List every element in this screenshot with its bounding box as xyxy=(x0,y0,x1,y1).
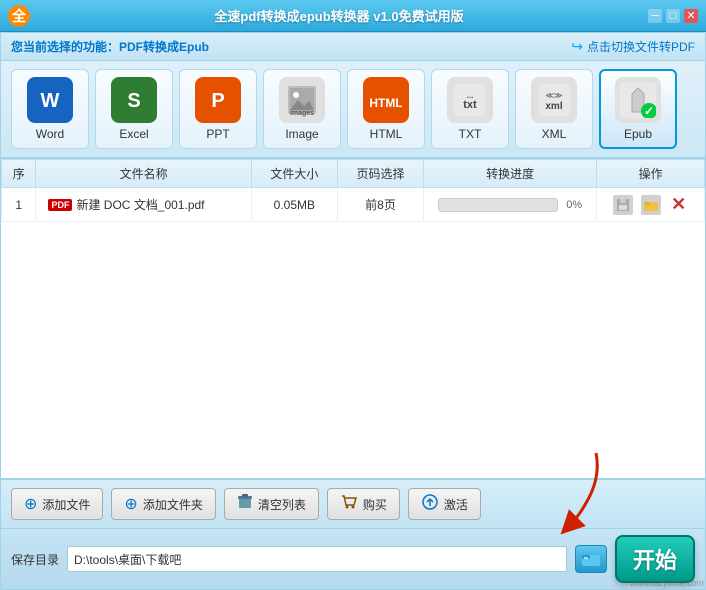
current-function-label: 您当前选择的功能：PDF转换成Epub xyxy=(11,38,209,55)
col-header-filename: 文件名称 xyxy=(36,160,251,188)
svg-text:P: P xyxy=(211,90,224,112)
excel-label: Excel xyxy=(119,127,148,141)
switch-mode-button[interactable]: ↪ 点击切换文件转PDF xyxy=(571,38,695,55)
app-logo: 全 xyxy=(8,5,30,27)
add-file-icon: ⊕ xyxy=(24,494,37,514)
maximize-button[interactable]: □ xyxy=(666,9,680,23)
ppt-icon: P xyxy=(195,77,241,123)
row-size: 0.05MB xyxy=(251,188,337,222)
word-label: Word xyxy=(36,127,64,141)
ppt-label: PPT xyxy=(206,127,229,141)
svg-text:xml: xml xyxy=(545,101,562,112)
svg-text:✓: ✓ xyxy=(644,104,654,118)
image-label: Image xyxy=(285,127,318,141)
title-bar: 全 全速pdf转换成epub转换器 v1.0免费试用版 ─ □ ✕ xyxy=(0,0,706,32)
txt-icon: ...txt xyxy=(447,77,493,123)
window-controls: ─ □ ✕ xyxy=(648,9,698,23)
save-label: 保存目录 xyxy=(11,551,59,568)
svg-text:txt: txt xyxy=(463,99,477,111)
file-list-table: 序 文件名称 文件大小 页码选择 转换进度 操作 1 PDF 新建 DOC 文档… xyxy=(1,159,705,479)
save-bar: 保存目录 开始 xyxy=(1,528,705,589)
save-path-input[interactable] xyxy=(67,546,567,572)
row-actions: ✕ xyxy=(597,188,705,222)
format-txt-button[interactable]: ...txt TXT xyxy=(431,69,509,149)
col-header-seq: 序 xyxy=(2,160,36,188)
format-xml-button[interactable]: ≪≫xml XML xyxy=(515,69,593,149)
col-header-progress: 转换进度 xyxy=(424,160,597,188)
progress-label: 0% xyxy=(566,199,582,211)
main-window: 您当前选择的功能：PDF转换成Epub ↪ 点击切换文件转PDF W Word … xyxy=(0,32,706,590)
activate-button[interactable]: 激活 xyxy=(408,488,481,520)
col-header-actions: 操作 xyxy=(597,160,705,188)
word-icon: W xyxy=(27,77,73,123)
row-seq: 1 xyxy=(2,188,36,222)
add-folder-button[interactable]: ⊕ 添加文件夹 xyxy=(111,488,215,520)
pdf-file-icon: PDF 新建 DOC 文档_001.pdf xyxy=(48,196,204,213)
clear-list-button[interactable]: 清空列表 xyxy=(224,488,319,520)
image-icon: images xyxy=(279,77,325,123)
format-image-button[interactable]: images Image xyxy=(263,69,341,149)
epub-icon: ✓ xyxy=(615,77,661,123)
svg-text:≪≫: ≪≫ xyxy=(546,91,563,100)
excel-icon: S xyxy=(111,77,157,123)
format-word-button[interactable]: W Word xyxy=(11,69,89,149)
minimize-button[interactable]: ─ xyxy=(648,9,662,23)
col-header-pages: 页码选择 xyxy=(337,160,423,188)
svg-text:HTML: HTML xyxy=(370,96,402,110)
row-folder-icon[interactable] xyxy=(641,195,661,215)
svg-text:S: S xyxy=(127,90,140,112)
row-delete-icon[interactable]: ✕ xyxy=(669,195,689,215)
add-folder-icon: ⊕ xyxy=(124,494,137,514)
close-button[interactable]: ✕ xyxy=(684,9,698,23)
row-pages: 前8页 xyxy=(337,188,423,222)
switch-arrow-icon: ↪ xyxy=(571,38,583,55)
add-file-button[interactable]: ⊕ 添加文件 xyxy=(11,488,103,520)
txt-label: TXT xyxy=(459,127,482,141)
table-row: 1 PDF 新建 DOC 文档_001.pdf 0.05MB 前8页 xyxy=(2,188,705,222)
svg-text:W: W xyxy=(41,90,60,112)
epub-label: Epub xyxy=(624,127,652,141)
watermark: www.lazytime.com xyxy=(630,578,704,588)
row-filename: PDF 新建 DOC 文档_001.pdf xyxy=(36,188,251,222)
xml-icon: ≪≫xml xyxy=(531,77,577,123)
buy-icon xyxy=(340,493,358,516)
buy-button[interactable]: 购买 xyxy=(327,488,400,520)
format-selector-bar: W Word S Excel P PPT images Image HTML xyxy=(1,61,705,159)
activate-icon xyxy=(421,493,439,516)
progress-bar xyxy=(438,198,558,212)
start-button[interactable]: 开始 xyxy=(615,535,695,583)
format-html-button[interactable]: HTML HTML xyxy=(347,69,425,149)
format-epub-button[interactable]: ✓ Epub xyxy=(599,69,677,149)
html-icon: HTML xyxy=(363,77,409,123)
row-progress: 0% xyxy=(424,188,597,222)
clear-list-icon xyxy=(237,494,253,515)
app-title: 全速pdf转换成epub转换器 v1.0免费试用版 xyxy=(30,6,648,25)
row-save-icon[interactable] xyxy=(613,195,633,215)
xml-label: XML xyxy=(542,127,567,141)
bottom-toolbar: ⊕ 添加文件 ⊕ 添加文件夹 清空列表 购买 激活 xyxy=(1,479,705,528)
browse-folder-button[interactable] xyxy=(575,545,607,573)
html-label: HTML xyxy=(370,127,403,141)
sub-toolbar: 您当前选择的功能：PDF转换成Epub ↪ 点击切换文件转PDF xyxy=(1,33,705,61)
svg-text:images: images xyxy=(290,110,314,117)
col-header-size: 文件大小 xyxy=(251,160,337,188)
format-ppt-button[interactable]: P PPT xyxy=(179,69,257,149)
format-excel-button[interactable]: S Excel xyxy=(95,69,173,149)
